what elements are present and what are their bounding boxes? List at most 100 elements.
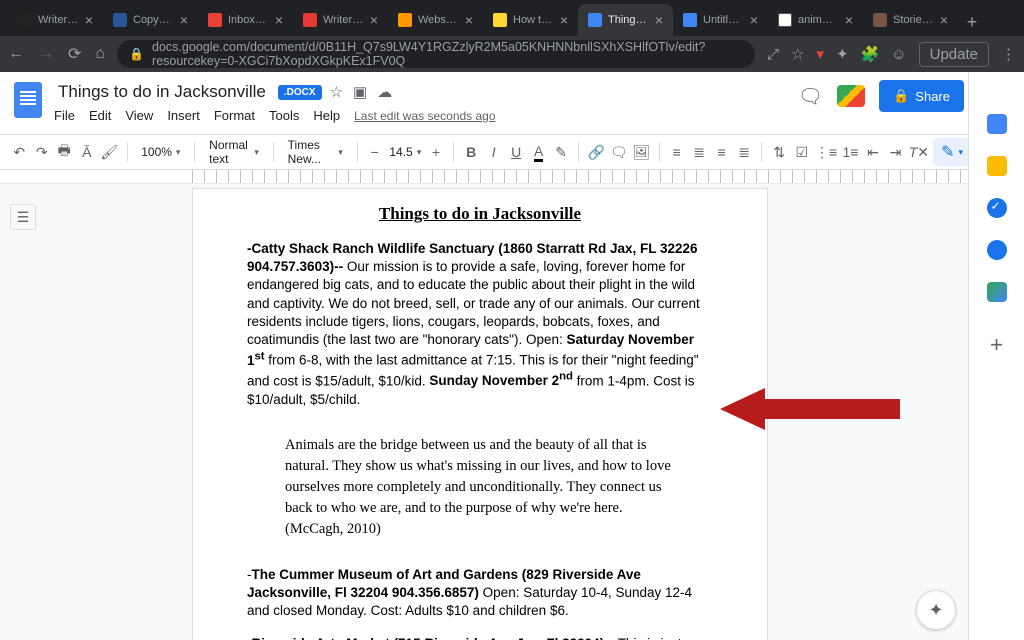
close-icon[interactable]: ×: [465, 12, 473, 28]
comments-icon[interactable]: 🗨: [798, 84, 823, 109]
extensions-icon[interactable]: ✦: [836, 45, 849, 63]
tab-websiteau[interactable]: Website Au×: [388, 4, 483, 36]
side-panel: +: [968, 72, 1024, 640]
back-icon[interactable]: ←: [8, 45, 24, 63]
close-icon[interactable]: ×: [560, 12, 568, 28]
doc-title[interactable]: Things to do in Jacksonville: [54, 80, 270, 104]
tab-animals[interactable]: animals are×: [768, 4, 863, 36]
editing-mode-button[interactable]: ✎: [933, 138, 971, 166]
bold-icon[interactable]: B: [462, 139, 481, 165]
meet-icon[interactable]: [837, 85, 865, 107]
addons-plus-icon[interactable]: +: [990, 332, 1003, 358]
browser-chrome: WriterAccess× Copyscape× Inbox (163)× Wr…: [0, 0, 1024, 72]
spellcheck-icon[interactable]: Ă: [78, 139, 97, 165]
close-icon[interactable]: ×: [275, 12, 283, 28]
kebab-icon[interactable]: ⋮: [1001, 45, 1016, 63]
translate-icon[interactable]: ⤢: [767, 46, 779, 63]
star-doc-icon[interactable]: ☆: [330, 83, 343, 101]
emoji-ext-icon[interactable]: ☺: [891, 46, 906, 63]
print-icon[interactable]: 🖶: [55, 139, 74, 165]
align-right-icon[interactable]: ≡: [712, 139, 731, 165]
zoom-select[interactable]: 100%: [135, 143, 186, 161]
font-size-input[interactable]: 14.5: [388, 143, 423, 161]
new-tab-button[interactable]: +: [958, 8, 986, 36]
close-icon[interactable]: ×: [940, 12, 948, 28]
forward-icon[interactable]: →: [38, 45, 54, 63]
close-icon[interactable]: ×: [655, 12, 663, 28]
docx-badge: .DOCX: [278, 85, 322, 100]
line-spacing-icon[interactable]: ⇅: [770, 139, 789, 165]
link-icon[interactable]: 🔗: [587, 139, 606, 165]
tab-thingstodo[interactable]: Things to d×: [578, 4, 673, 36]
align-left-icon[interactable]: ≡: [667, 139, 686, 165]
tab-untitled[interactable]: Untitled do×: [673, 4, 768, 36]
docs-logo-icon[interactable]: [14, 82, 42, 118]
tab-copyscape[interactable]: Copyscape×: [103, 4, 198, 36]
close-icon[interactable]: ×: [180, 12, 188, 28]
close-icon[interactable]: ×: [85, 12, 93, 28]
highlight-icon[interactable]: ✎: [552, 139, 571, 165]
italic-icon[interactable]: I: [484, 139, 503, 165]
document-page[interactable]: Things to do in Jacksonville -Catty Shac…: [192, 188, 768, 640]
keep-icon[interactable]: [987, 156, 1007, 176]
menu-help[interactable]: Help: [313, 108, 340, 123]
tab-writeracc[interactable]: Writer Acc×: [293, 4, 388, 36]
contacts-icon[interactable]: [987, 240, 1007, 260]
url-input[interactable]: 🔒 docs.google.com/document/d/0B11H_Q7s9L…: [117, 40, 755, 68]
home-icon[interactable]: ⌂: [95, 45, 105, 63]
checklist-icon[interactable]: ☑: [793, 139, 812, 165]
last-edit-text[interactable]: Last edit was seconds ago: [354, 109, 495, 123]
indent-inc-icon[interactable]: ⇥: [886, 139, 905, 165]
menu-format[interactable]: Format: [214, 108, 255, 123]
paint-format-icon[interactable]: 🖌: [100, 139, 119, 165]
doc-heading: Things to do in Jacksonville: [247, 203, 713, 226]
pocket-icon[interactable]: ▾: [817, 45, 825, 63]
align-justify-icon[interactable]: ≣: [735, 139, 754, 165]
close-icon[interactable]: ×: [370, 12, 378, 28]
puzzle-icon[interactable]: 🧩: [861, 45, 880, 63]
maps-icon[interactable]: [987, 282, 1007, 302]
align-center-icon[interactable]: ≣: [690, 139, 709, 165]
address-bar: ← → ⟳ ⌂ 🔒 docs.google.com/document/d/0B1…: [0, 36, 1024, 72]
style-select[interactable]: Normal text: [203, 136, 265, 168]
paragraph-catty: -Catty Shack Ranch Wildlife Sanctuary (1…: [247, 240, 713, 409]
calendar-icon[interactable]: [987, 114, 1007, 134]
menu-bar: File Edit View Insert Format Tools Help …: [54, 108, 786, 123]
clear-format-icon[interactable]: T✕: [909, 139, 929, 165]
url-text: docs.google.com/document/d/0B11H_Q7s9LW4…: [152, 40, 743, 68]
reload-icon[interactable]: ⟳: [68, 44, 81, 64]
explore-button[interactable]: ✦: [916, 590, 956, 630]
redo-icon[interactable]: ↷: [33, 139, 52, 165]
menu-edit[interactable]: Edit: [89, 108, 111, 123]
outline-toggle-icon[interactable]: ☰: [10, 204, 36, 230]
font-inc-icon[interactable]: +: [427, 139, 446, 165]
close-icon[interactable]: ×: [845, 12, 853, 28]
bullet-list-icon[interactable]: ⋮≡: [815, 139, 837, 165]
close-icon[interactable]: ×: [750, 12, 758, 28]
move-icon[interactable]: ▣: [353, 83, 367, 101]
undo-icon[interactable]: ↶: [10, 139, 29, 165]
share-button[interactable]: 🔒 Share: [879, 80, 964, 112]
menu-tools[interactable]: Tools: [269, 108, 299, 123]
indent-dec-icon[interactable]: ⇤: [864, 139, 883, 165]
text-color-icon[interactable]: A: [529, 139, 548, 165]
tasks-icon[interactable]: [987, 198, 1007, 218]
update-button[interactable]: Update: [919, 42, 989, 67]
underline-icon[interactable]: U: [507, 139, 526, 165]
font-dec-icon[interactable]: −: [365, 139, 384, 165]
tab-writeraccess[interactable]: WriterAccess×: [8, 4, 103, 36]
tab-inbox[interactable]: Inbox (163)×: [198, 4, 293, 36]
star-icon[interactable]: ☆: [791, 45, 804, 63]
menu-view[interactable]: View: [125, 108, 153, 123]
cloud-icon[interactable]: ☁: [377, 83, 392, 101]
docs-toolbar: ↶ ↷ 🖶 Ă 🖌 100% Normal text Times New... …: [0, 134, 1024, 170]
menu-file[interactable]: File: [54, 108, 75, 123]
tab-stories[interactable]: Stories fron×: [863, 4, 958, 36]
ruler[interactable]: [0, 170, 1024, 184]
insert-image-icon[interactable]: 🖼: [632, 139, 651, 165]
tab-howto[interactable]: How to Mak×: [483, 4, 578, 36]
menu-insert[interactable]: Insert: [167, 108, 200, 123]
number-list-icon[interactable]: 1≡: [841, 139, 860, 165]
font-select[interactable]: Times New...: [282, 136, 349, 168]
add-comment-icon[interactable]: 🗨: [610, 139, 629, 165]
